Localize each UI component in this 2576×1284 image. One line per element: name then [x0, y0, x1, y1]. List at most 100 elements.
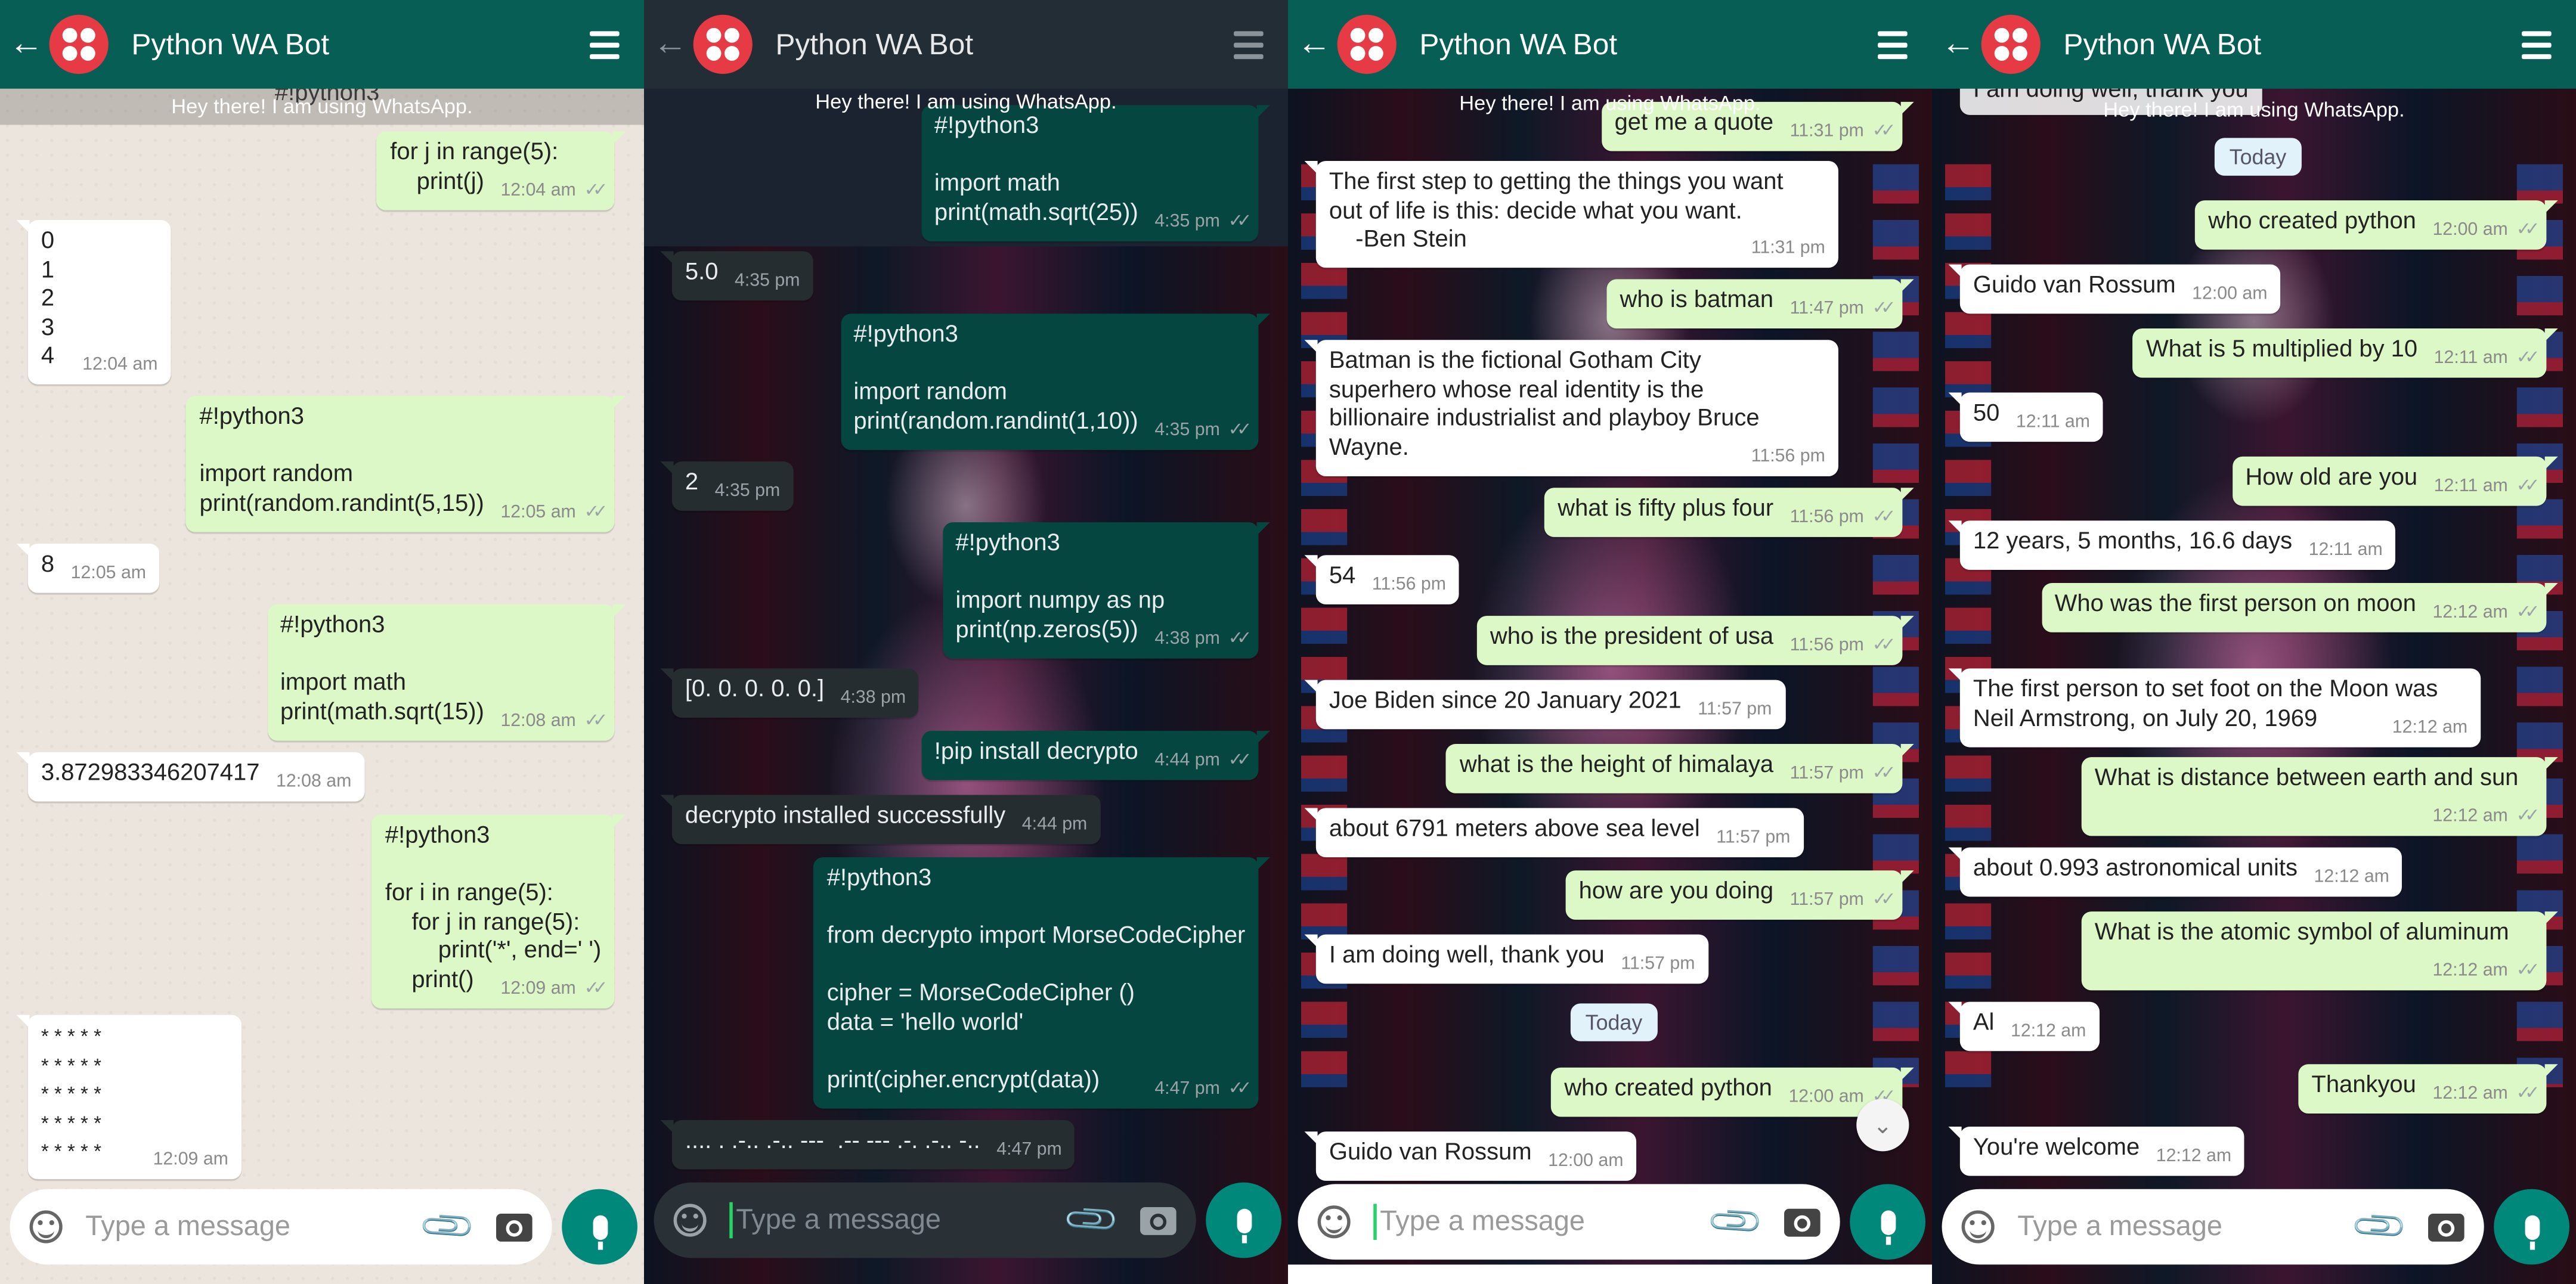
scroll-down-button[interactable]: ⌄ [1856, 1099, 1909, 1152]
message-bubble[interactable]: You're welcome12:12 am✓✓ [1948, 1126, 2245, 1176]
bottom-bar [1288, 1264, 1932, 1284]
emoji-icon[interactable] [1961, 1210, 1995, 1243]
emoji-icon[interactable] [673, 1204, 707, 1237]
message-bubble[interactable]: .... . .-.. .-.. --- .-- --- .-. .-.. -.… [660, 1119, 1075, 1170]
message-meta: 12:08 am✓✓ [500, 710, 608, 730]
camera-icon[interactable] [496, 1212, 532, 1241]
back-arrow-icon[interactable]: ← [1937, 24, 1980, 64]
message-bubble[interactable]: Batman is the fictional Gotham City supe… [1304, 340, 1838, 476]
message-meta: 11:31 pm✓✓ [1789, 121, 1896, 141]
message-meta: 4:44 pm✓✓ [1154, 750, 1252, 771]
contact-status: Hey there! I am using WhatsApp. [815, 90, 1117, 114]
menu-icon[interactable] [572, 30, 637, 58]
message-meta: 4:47 pm✓✓ [996, 1140, 1062, 1160]
message-bubble[interactable]: The first person to set foot on the Moon… [1948, 668, 2481, 747]
mic-button[interactable] [1206, 1182, 1281, 1258]
message-bubble[interactable]: Who was the first person on moon 12:12 am… [2041, 583, 2559, 632]
mic-button[interactable] [2494, 1189, 2569, 1265]
message-input[interactable] [736, 1204, 1069, 1237]
mic-button[interactable] [562, 1189, 637, 1265]
back-arrow-icon[interactable]: ← [1293, 24, 1336, 64]
message-bubble[interactable]: How old are you 12:11 am ✓✓ [2232, 456, 2559, 506]
emoji-icon[interactable] [1317, 1205, 1351, 1239]
message-meta: 12:00 am✓✓ [2432, 220, 2540, 240]
message-bubble[interactable]: about 0.993 astronomical units12:12 am✓✓ [1948, 847, 2402, 897]
bot-logo-icon[interactable] [1337, 14, 1397, 74]
contact-status: Hey there! I am using WhatsApp. [0, 88, 644, 125]
message-bubble[interactable]: #!python3 for i in range(5): for j in ra… [371, 814, 626, 1008]
chat-title[interactable]: Python WA Bot [131, 27, 571, 61]
camera-icon[interactable] [1784, 1208, 1820, 1236]
bot-logo-icon[interactable] [1981, 14, 2041, 74]
message-bubble[interactable]: who is batman 11:47 pm ✓✓ [1606, 279, 1914, 329]
attach-icon[interactable]: 📎 [416, 1196, 478, 1258]
message-bubble[interactable]: * * * * * * * * * * * * * * * * * * * * … [16, 1015, 242, 1180]
attach-icon[interactable]: 📎 [1060, 1189, 1122, 1251]
message-bubble[interactable]: 5012:11 am✓✓ [1948, 392, 2104, 442]
message-bubble[interactable]: what is the height of himalaya 11:57 pm ✓✓ [1446, 744, 1914, 793]
message-bubble[interactable]: #!python3 import random print(random.ran… [840, 314, 1271, 449]
message-bubble[interactable]: 812:05 am✓✓ [16, 543, 160, 593]
message-meta: 11:57 pm✓✓ [1789, 764, 1896, 784]
message-bubble[interactable]: for j in range(5): print(j) 12:04 am ✓✓ [377, 131, 626, 210]
double-check-icon: ✓✓ [2516, 476, 2540, 497]
message-input[interactable] [85, 1210, 425, 1243]
back-arrow-icon[interactable]: ← [649, 24, 692, 64]
message-meta: 4:38 pm✓✓ [1154, 628, 1252, 648]
message-bubble[interactable]: 5411:56 pm✓✓ [1304, 555, 1460, 604]
message-bubble[interactable]: who is the president of usa 11:56 pm ✓✓ [1476, 616, 1914, 665]
camera-icon[interactable] [1140, 1206, 1176, 1235]
message-bubble[interactable]: [0. 0. 0. 0. 0.]4:38 pm✓✓ [660, 668, 919, 718]
menu-icon[interactable] [1216, 30, 1281, 58]
emoji-icon[interactable] [29, 1210, 63, 1243]
message-bubble[interactable]: The first step to getting the things you… [1304, 160, 1838, 268]
attach-icon[interactable]: 📎 [2348, 1196, 2410, 1258]
message-bubble[interactable]: about 6791 meters above sea level 11:57 p… [1304, 808, 1804, 858]
message-bubble[interactable]: who created python 12:00 am ✓✓ [2195, 200, 2558, 250]
chat-title[interactable]: Python WA Bot [2063, 27, 2503, 61]
message-bubble[interactable]: what is fifty plus four 11:56 pm ✓✓ [1544, 488, 1914, 537]
message-bubble[interactable]: #!python3 import random print(random.ran… [186, 395, 626, 532]
message-meta: 12:11 am✓✓ [2015, 412, 2091, 432]
message-bubble[interactable]: Joe Biden since 20 January 202111:57 pm✓… [1304, 680, 1785, 730]
message-bubble[interactable]: Thankyou 12:12 am ✓✓ [2298, 1064, 2558, 1114]
message-bubble[interactable]: What is distance between earth and sun 12… [2081, 757, 2558, 835]
double-check-icon: ✓✓ [1228, 750, 1252, 771]
chat-title[interactable]: Python WA Bot [1419, 27, 1859, 61]
message-bubble[interactable]: !pip install decrypto 4:44 pm ✓✓ [921, 731, 1271, 780]
menu-icon[interactable] [1860, 30, 1925, 58]
mic-button[interactable] [1850, 1184, 1925, 1260]
camera-icon[interactable] [2428, 1212, 2464, 1241]
double-check-icon: ✓✓ [584, 978, 608, 998]
message-input[interactable] [2017, 1210, 2357, 1243]
bot-logo-icon[interactable] [49, 14, 109, 74]
message-bubble[interactable]: how are you doing 11:57 pm ✓✓ [1565, 870, 1914, 920]
message-meta: 4:47 pm✓✓ [1154, 1078, 1252, 1098]
message-meta: 12:12 am✓✓ [2432, 1084, 2540, 1104]
message-bubble[interactable]: #!python3 import math print(math.sqrt(15… [267, 604, 627, 740]
message-bubble[interactable]: 5.04:35 pm✓✓ [660, 251, 813, 301]
message-bubble[interactable]: 24:35 pm✓✓ [660, 461, 794, 511]
message-bubble[interactable]: #!python3 from decrypto import MorseCode… [813, 857, 1270, 1108]
message-bubble[interactable]: 12 years, 5 months, 16.6 days12:11 am✓✓ [1948, 520, 2396, 570]
message-bubble[interactable]: decrypto installed successfully4:44 pm✓✓ [660, 795, 1101, 845]
message-input[interactable] [1380, 1205, 1713, 1239]
message-bubble[interactable]: who created python 12:00 am ✓✓ [1551, 1067, 1914, 1117]
message-bubble[interactable]: What is 5 multiplied by 10 12:11 am ✓✓ [2132, 328, 2558, 378]
message-bubble[interactable]: 0 1 2 3 412:04 am✓✓ [16, 220, 171, 384]
attach-icon[interactable]: 📎 [1704, 1191, 1766, 1253]
chat-title[interactable]: Python WA Bot [775, 27, 1215, 61]
message-bubble[interactable]: #!python3 import numpy as np print(np.ze… [942, 522, 1271, 658]
bot-logo-icon[interactable] [693, 14, 753, 74]
message-bubble[interactable]: Guido van Rossum12:00 am✓✓ [1304, 1131, 1637, 1181]
back-arrow-icon[interactable]: ← [5, 24, 48, 64]
message-bubble[interactable]: 3.87298334620741712:08 am✓✓ [16, 752, 365, 802]
message-meta: 11:57 pm✓✓ [1621, 954, 1695, 974]
message-bubble[interactable]: #!python3 import math print(math.sqrt(25… [921, 105, 1271, 241]
message-bubble[interactable]: What is the atomic symbol of aluminum 12:… [2081, 911, 2558, 990]
message-bubble[interactable]: Al12:12 am✓✓ [1948, 1001, 2100, 1052]
message-bubble[interactable]: I am doing well, thank you11:57 pm✓✓ [1304, 934, 1708, 984]
message-bubble[interactable]: Guido van Rossum12:00 am✓✓ [1948, 264, 2281, 314]
menu-icon[interactable] [2504, 30, 2569, 58]
message-meta: 11:56 pm✓✓ [1751, 446, 1825, 466]
